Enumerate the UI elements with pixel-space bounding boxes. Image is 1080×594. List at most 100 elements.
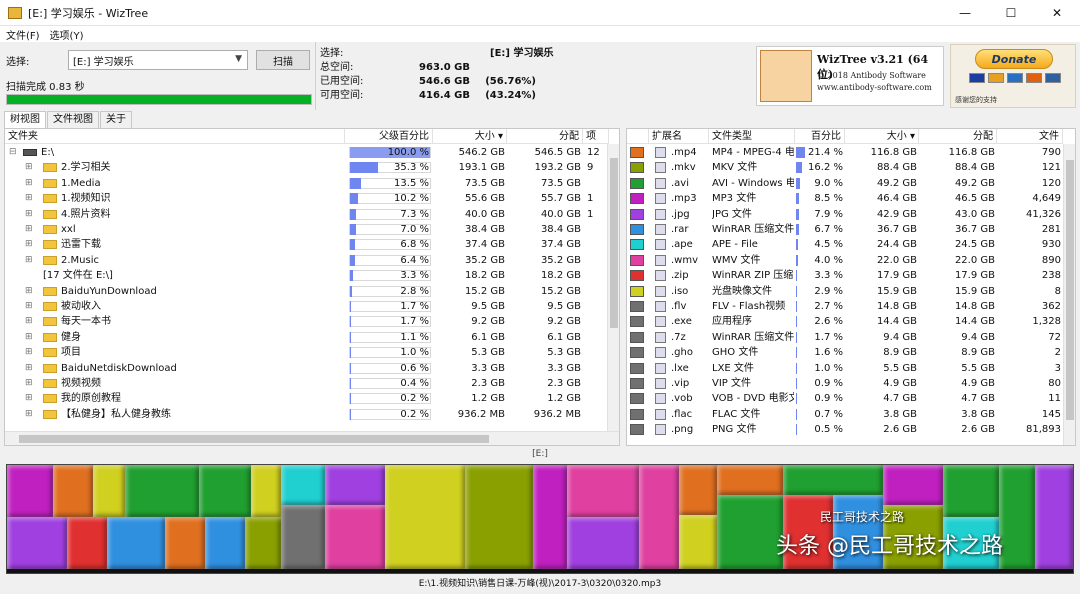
table-row[interactable]: ⊞ 我的原创教程 0.2 % 1.2 GB 1.2 GB bbox=[5, 391, 619, 406]
table-row[interactable]: .zip WinRAR ZIP 压缩 3.3 % 17.9 GB 17.9 GB 238 bbox=[627, 268, 1075, 283]
table-row[interactable]: .exe 应用程序 2.6 % 14.4 GB 14.4 GB 1,328 bbox=[627, 314, 1075, 329]
treemap-block[interactable] bbox=[679, 465, 717, 515]
table-row[interactable]: ⊞ 2.Music 6.4 % 35.2 GB 35.2 GB bbox=[5, 253, 619, 268]
treemap-block[interactable] bbox=[93, 465, 125, 517]
col-header-ext-size[interactable]: 大小 ▾ bbox=[845, 129, 919, 144]
treemap-block[interactable] bbox=[205, 517, 245, 569]
color-swatch[interactable] bbox=[630, 393, 644, 405]
expand-icon[interactable]: ⊞ bbox=[25, 361, 33, 376]
color-swatch[interactable] bbox=[630, 424, 644, 436]
expand-icon[interactable]: ⊞ bbox=[25, 160, 33, 175]
expand-icon[interactable]: ⊞ bbox=[25, 314, 33, 329]
expand-icon[interactable]: ⊞ bbox=[25, 299, 33, 314]
table-row[interactable]: ⊞ 迅雷下载 6.8 % 37.4 GB 37.4 GB bbox=[5, 237, 619, 252]
table-row[interactable]: .flac FLAC 文件 0.7 % 3.8 GB 3.8 GB 145 bbox=[627, 407, 1075, 422]
table-row[interactable]: .7z WinRAR 压缩文件 1.7 % 9.4 GB 9.4 GB 72 bbox=[627, 330, 1075, 345]
treemap-block[interactable] bbox=[107, 517, 165, 569]
table-row[interactable]: ⊟ E:\ 100.0 % 546.2 GB 546.5 GB 12 bbox=[5, 145, 619, 160]
table-row[interactable]: .png PNG 文件 0.5 % 2.6 GB 2.6 GB 81,893 bbox=[627, 422, 1075, 437]
ext-vscroll-thumb[interactable] bbox=[1066, 160, 1074, 420]
treemap-block[interactable] bbox=[783, 465, 883, 495]
color-swatch[interactable] bbox=[630, 254, 644, 266]
table-row[interactable]: ⊞ xxl 7.0 % 38.4 GB 38.4 GB bbox=[5, 222, 619, 237]
tree-horizontal-scrollbar[interactable] bbox=[5, 431, 619, 445]
ext-vertical-scrollbar[interactable] bbox=[1063, 144, 1075, 445]
table-row[interactable]: .mp3 MP3 文件 8.5 % 46.4 GB 46.5 GB 4,649 bbox=[627, 191, 1075, 206]
table-row[interactable]: [17 文件在 E:\] 3.3 % 18.2 GB 18.2 GB bbox=[5, 268, 619, 283]
color-swatch[interactable] bbox=[630, 193, 644, 205]
color-swatch[interactable] bbox=[630, 316, 644, 328]
treemap-block[interactable] bbox=[533, 465, 567, 569]
table-row[interactable]: ⊞ 1.视频知识 10.2 % 55.6 GB 55.7 GB 1 bbox=[5, 191, 619, 206]
table-row[interactable]: ⊞ 每天一本书 1.7 % 9.2 GB 9.2 GB bbox=[5, 314, 619, 329]
table-row[interactable]: .rar WinRAR 压缩文件 6.7 % 36.7 GB 36.7 GB 281 bbox=[627, 222, 1075, 237]
col-header-color[interactable] bbox=[627, 129, 649, 144]
treemap-block[interactable] bbox=[67, 517, 107, 569]
table-row[interactable]: .ape APE - File 4.5 % 24.4 GB 24.5 GB 930 bbox=[627, 237, 1075, 252]
col-header-file-type[interactable]: 文件类型 bbox=[709, 129, 795, 144]
maximize-button[interactable]: ☐ bbox=[988, 0, 1034, 26]
treemap-block[interactable] bbox=[883, 465, 943, 505]
expand-icon[interactable]: ⊞ bbox=[25, 222, 33, 237]
expand-icon[interactable]: ⊞ bbox=[25, 176, 33, 191]
color-swatch[interactable] bbox=[630, 177, 644, 189]
treemap-block[interactable] bbox=[251, 465, 281, 517]
menu-file[interactable]: 文件(F) bbox=[6, 27, 40, 42]
table-row[interactable]: ⊞ 健身 1.1 % 6.1 GB 6.1 GB bbox=[5, 330, 619, 345]
table-row[interactable]: ⊞ 项目 1.0 % 5.3 GB 5.3 GB bbox=[5, 345, 619, 360]
col-header-size[interactable]: 大小 ▾ bbox=[433, 129, 507, 144]
color-swatch[interactable] bbox=[630, 224, 644, 235]
expand-icon[interactable]: ⊞ bbox=[25, 191, 33, 206]
scan-button[interactable]: 扫描 bbox=[256, 50, 310, 70]
tree-vertical-scrollbar[interactable] bbox=[607, 144, 619, 432]
close-button[interactable]: ✕ bbox=[1034, 0, 1080, 26]
treemap-block[interactable] bbox=[325, 505, 385, 569]
treemap-block[interactable] bbox=[567, 517, 639, 569]
col-header-ext-alloc[interactable]: 分配 bbox=[919, 129, 997, 144]
table-row[interactable]: ⊞ 视频视频 0.4 % 2.3 GB 2.3 GB bbox=[5, 376, 619, 391]
treemap-block[interactable] bbox=[943, 465, 999, 517]
treemap-block[interactable] bbox=[1035, 465, 1073, 569]
treemap-block[interactable] bbox=[7, 517, 67, 569]
table-row[interactable]: .flv FLV - Flash视频 2.7 % 14.8 GB 14.8 GB 362 bbox=[627, 299, 1075, 314]
expand-icon[interactable]: ⊞ bbox=[25, 237, 33, 252]
expand-icon[interactable]: ⊞ bbox=[25, 345, 33, 360]
tab-tree-view[interactable]: 树视图 bbox=[4, 111, 46, 128]
expand-icon[interactable]: ⊞ bbox=[25, 391, 33, 406]
color-swatch[interactable] bbox=[630, 362, 644, 374]
treemap-block[interactable] bbox=[7, 465, 53, 517]
table-row[interactable]: ⊞ 被动收入 1.7 % 9.5 GB 9.5 GB bbox=[5, 299, 619, 314]
treemap-block[interactable] bbox=[465, 465, 533, 569]
table-row[interactable]: ⊞ 4.照片资料 7.3 % 40.0 GB 40.0 GB 1 bbox=[5, 207, 619, 222]
color-swatch[interactable] bbox=[630, 239, 644, 251]
color-swatch[interactable] bbox=[630, 270, 644, 282]
color-swatch[interactable] bbox=[630, 162, 644, 174]
color-swatch[interactable] bbox=[630, 285, 644, 297]
tree-vscroll-thumb[interactable] bbox=[610, 158, 618, 328]
table-row[interactable]: .wmv WMV 文件 4.0 % 22.0 GB 22.0 GB 890 bbox=[627, 253, 1075, 268]
treemap-block[interactable] bbox=[999, 465, 1035, 569]
menu-options[interactable]: 选项(Y) bbox=[50, 27, 84, 42]
minimize-button[interactable]: — bbox=[942, 0, 988, 26]
col-header-extension[interactable]: 扩展名 bbox=[649, 129, 709, 144]
treemap-block[interactable] bbox=[281, 505, 325, 569]
color-swatch[interactable] bbox=[630, 378, 644, 389]
treemap-block[interactable] bbox=[717, 465, 783, 495]
treemap-block[interactable] bbox=[385, 465, 465, 569]
treemap-block[interactable] bbox=[53, 465, 93, 517]
treemap-block[interactable] bbox=[245, 517, 281, 569]
treemap-block[interactable] bbox=[717, 495, 783, 569]
col-header-parent-pct[interactable]: 父级百分比 bbox=[345, 129, 433, 144]
logo-url[interactable]: www.antibody-software.com bbox=[817, 83, 932, 92]
treemap-block[interactable] bbox=[567, 465, 639, 517]
expand-icon[interactable]: ⊞ bbox=[25, 284, 33, 299]
table-row[interactable]: .vob VOB - DVD 电影文 0.9 % 4.7 GB 4.7 GB 11 bbox=[627, 391, 1075, 406]
tab-about[interactable]: 关于 bbox=[100, 111, 132, 128]
treemap-block[interactable] bbox=[165, 517, 205, 569]
expand-icon[interactable]: ⊞ bbox=[25, 207, 33, 222]
expand-icon[interactable]: ⊞ bbox=[25, 376, 33, 391]
treemap-block[interactable] bbox=[281, 465, 325, 505]
col-header-folder[interactable]: 文件夹 bbox=[5, 129, 345, 144]
donate-button[interactable]: Donate bbox=[975, 49, 1053, 69]
expand-icon[interactable]: ⊞ bbox=[25, 253, 33, 268]
